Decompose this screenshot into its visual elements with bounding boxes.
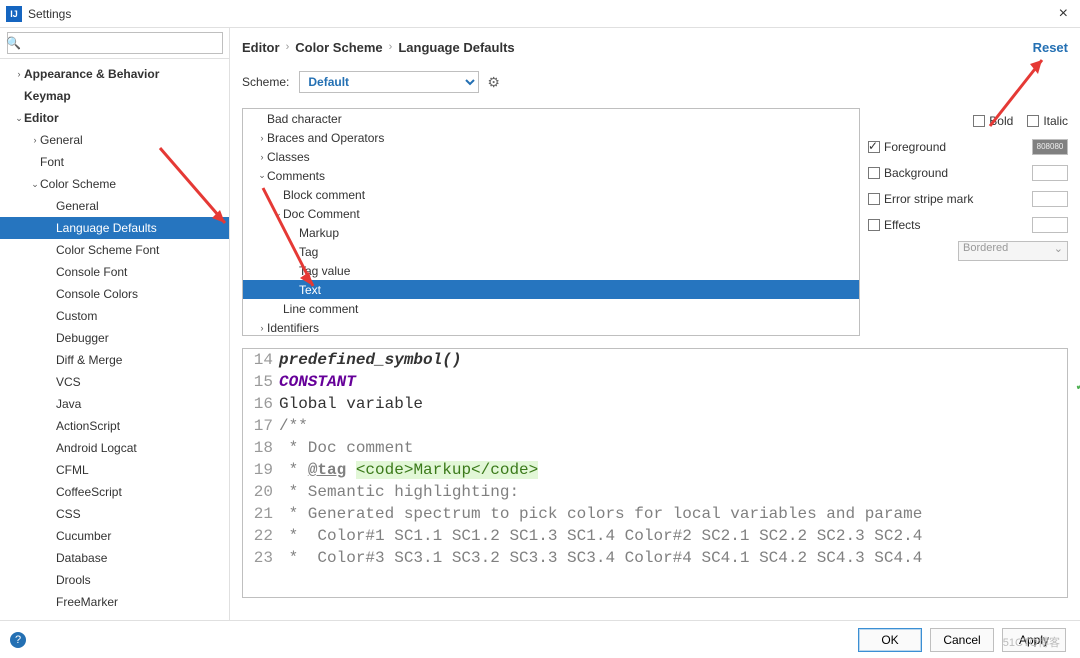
sidebar-item-color-scheme[interactable]: ⌄Color Scheme (0, 173, 229, 195)
chevron-icon: ⌄ (273, 208, 283, 219)
apply-button[interactable]: Apply (1002, 628, 1066, 652)
effects-label: Effects (884, 218, 920, 232)
reset-link[interactable]: Reset (1033, 40, 1068, 55)
effects-checkbox[interactable] (868, 219, 880, 231)
category-item-block-comment[interactable]: Block comment (243, 185, 859, 204)
sidebar-item-cucumber[interactable]: Cucumber (0, 525, 229, 547)
category-item-classes[interactable]: ›Classes (243, 147, 859, 166)
category-item-comments[interactable]: ⌄Comments (243, 166, 859, 185)
foreground-checkbox[interactable] (868, 141, 880, 153)
chevron-icon: › (257, 133, 267, 143)
chevron-icon: ⌄ (257, 170, 267, 181)
chevron-icon: › (257, 152, 267, 162)
error-stripe-swatch[interactable] (1032, 191, 1068, 207)
category-item-text[interactable]: Text (243, 280, 859, 299)
error-stripe-checkbox[interactable] (868, 193, 880, 205)
preview-editor: 14predefined_symbol() 15CONSTANT 16Globa… (242, 348, 1068, 598)
sidebar-item-general[interactable]: General (0, 195, 229, 217)
sidebar-item-drools[interactable]: Drools (0, 569, 229, 591)
sidebar-item-color-scheme-font[interactable]: Color Scheme Font (0, 239, 229, 261)
category-tree: Bad character›Braces and Operators›Class… (242, 108, 860, 336)
sidebar-item-editor[interactable]: ⌄Editor (0, 107, 229, 129)
category-item-bad-character[interactable]: Bad character (243, 109, 859, 128)
main-panel: Editor › Color Scheme › Language Default… (230, 28, 1080, 620)
sidebar-item-appearance-behavior[interactable]: ›Appearance & Behavior (0, 63, 229, 85)
sidebar-item-freemarker[interactable]: FreeMarker (0, 591, 229, 613)
sidebar-item-database[interactable]: Database (0, 547, 229, 569)
bold-checkbox[interactable] (973, 115, 985, 127)
effects-swatch[interactable] (1032, 217, 1068, 233)
italic-checkbox[interactable] (1027, 115, 1039, 127)
cancel-button[interactable]: Cancel (930, 628, 994, 652)
search-row: 🔍 (0, 28, 229, 59)
scheme-label: Scheme: (242, 75, 289, 89)
dialog-buttons: ? OK Cancel Apply 51CTO博客 (0, 620, 1080, 658)
app-icon: IJ (6, 6, 22, 22)
sidebar-item-java[interactable]: Java (0, 393, 229, 415)
scheme-row: Scheme: Default ⚙ (242, 70, 1068, 94)
crumb-language-defaults: Language Defaults (398, 40, 514, 55)
category-item-line-comment[interactable]: Line comment (243, 299, 859, 318)
check-icon: ✓ (1075, 378, 1080, 394)
chevron-down-icon: ⌄ (1054, 242, 1063, 255)
category-item-tag[interactable]: Tag (243, 242, 859, 261)
sidebar-item-font[interactable]: Font (0, 151, 229, 173)
search-input[interactable] (7, 32, 223, 54)
chevron-icon: › (257, 323, 267, 333)
settings-tree: ›Appearance & BehaviorKeymap⌄Editor›Gene… (0, 59, 229, 620)
sidebar-item-diff-merge[interactable]: Diff & Merge (0, 349, 229, 371)
sidebar: 🔍 ›Appearance & BehaviorKeymap⌄Editor›Ge… (0, 28, 230, 620)
background-checkbox[interactable] (868, 167, 880, 179)
crumb-editor[interactable]: Editor (242, 40, 280, 55)
category-item-doc-comment[interactable]: ⌄Doc Comment (243, 204, 859, 223)
chevron-icon: › (30, 135, 40, 145)
chevron-right-icon: › (286, 41, 290, 53)
scheme-select[interactable]: Default (299, 71, 479, 93)
breadcrumb: Editor › Color Scheme › Language Default… (242, 36, 1068, 58)
foreground-label: Foreground (884, 140, 946, 154)
background-label: Background (884, 166, 948, 180)
background-swatch[interactable] (1032, 165, 1068, 181)
category-item-tag-value[interactable]: Tag value (243, 261, 859, 280)
sidebar-item-language-defaults[interactable]: Language Defaults (0, 217, 229, 239)
sidebar-item-vcs[interactable]: VCS (0, 371, 229, 393)
sidebar-item-android-logcat[interactable]: Android Logcat (0, 437, 229, 459)
bold-label: Bold (989, 114, 1013, 128)
title-bar: IJ Settings × (0, 0, 1080, 28)
chevron-icon: ⌄ (14, 113, 24, 124)
category-item-braces-and-operators[interactable]: ›Braces and Operators (243, 128, 859, 147)
sidebar-item-cfml[interactable]: CFML (0, 459, 229, 481)
category-item-identifiers[interactable]: ›Identifiers (243, 318, 859, 336)
chevron-icon: › (14, 69, 24, 79)
italic-label: Italic (1043, 114, 1068, 128)
category-item-markup[interactable]: Markup (243, 223, 859, 242)
ok-button[interactable]: OK (858, 628, 922, 652)
effects-type-select[interactable]: Bordered ⌄ (958, 241, 1068, 261)
gear-icon[interactable]: ⚙ (487, 74, 500, 91)
search-icon: 🔍 (6, 36, 21, 50)
sidebar-item-debugger[interactable]: Debugger (0, 327, 229, 349)
sidebar-item-console-colors[interactable]: Console Colors (0, 283, 229, 305)
chevron-icon: ⌄ (30, 179, 40, 190)
foreground-swatch[interactable]: 808080 (1032, 139, 1068, 155)
options-panel: Bold Italic Foreground 808080 Background… (868, 108, 1068, 336)
close-icon[interactable]: × (1053, 5, 1074, 23)
sidebar-item-keymap[interactable]: Keymap (0, 85, 229, 107)
sidebar-item-actionscript[interactable]: ActionScript (0, 415, 229, 437)
sidebar-item-custom[interactable]: Custom (0, 305, 229, 327)
help-icon[interactable]: ? (10, 632, 26, 648)
sidebar-item-coffeescript[interactable]: CoffeeScript (0, 481, 229, 503)
sidebar-item-general[interactable]: ›General (0, 129, 229, 151)
window-title: Settings (28, 7, 71, 21)
error-stripe-label: Error stripe mark (884, 192, 973, 206)
sidebar-item-css[interactable]: CSS (0, 503, 229, 525)
chevron-right-icon: › (389, 41, 393, 53)
sidebar-item-console-font[interactable]: Console Font (0, 261, 229, 283)
crumb-color-scheme[interactable]: Color Scheme (295, 40, 382, 55)
